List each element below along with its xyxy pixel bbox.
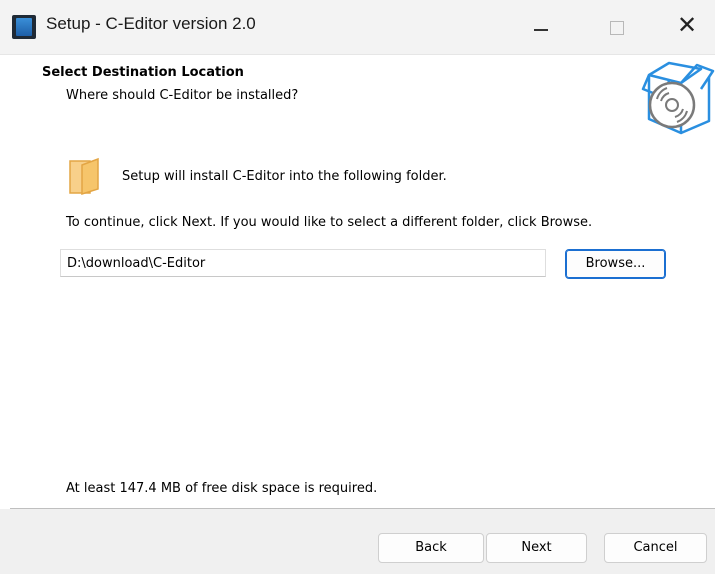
cancel-button[interactable]: Cancel — [604, 533, 707, 563]
folder-icon — [69, 157, 99, 195]
next-button[interactable]: Next — [486, 533, 587, 563]
window-title: Setup - C-Editor version 2.0 — [46, 14, 256, 33]
title-bar[interactable]: Setup - C-Editor version 2.0 ✕ — [0, 0, 715, 55]
minimize-button[interactable] — [512, 0, 568, 54]
folder-message: Setup will install C-Editor into the fol… — [122, 169, 447, 184]
maximize-button[interactable] — [590, 0, 646, 54]
page-title: Select Destination Location — [42, 65, 244, 80]
installer-app-icon — [12, 15, 36, 39]
close-button[interactable]: ✕ — [659, 0, 715, 54]
install-path-input[interactable] — [60, 249, 546, 277]
back-button[interactable]: Back — [378, 533, 484, 563]
browse-button[interactable]: Browse... — [565, 249, 666, 279]
open-box-with-disc-icon — [641, 61, 715, 135]
instruction-text: To continue, click Next. If you would li… — [66, 215, 593, 230]
minimize-icon — [534, 29, 548, 31]
close-icon: ✕ — [676, 11, 698, 39]
maximize-icon — [610, 21, 624, 35]
disk-space-note: At least 147.4 MB of free disk space is … — [66, 481, 378, 496]
page-subtitle: Where should C-Editor be installed? — [66, 88, 299, 103]
